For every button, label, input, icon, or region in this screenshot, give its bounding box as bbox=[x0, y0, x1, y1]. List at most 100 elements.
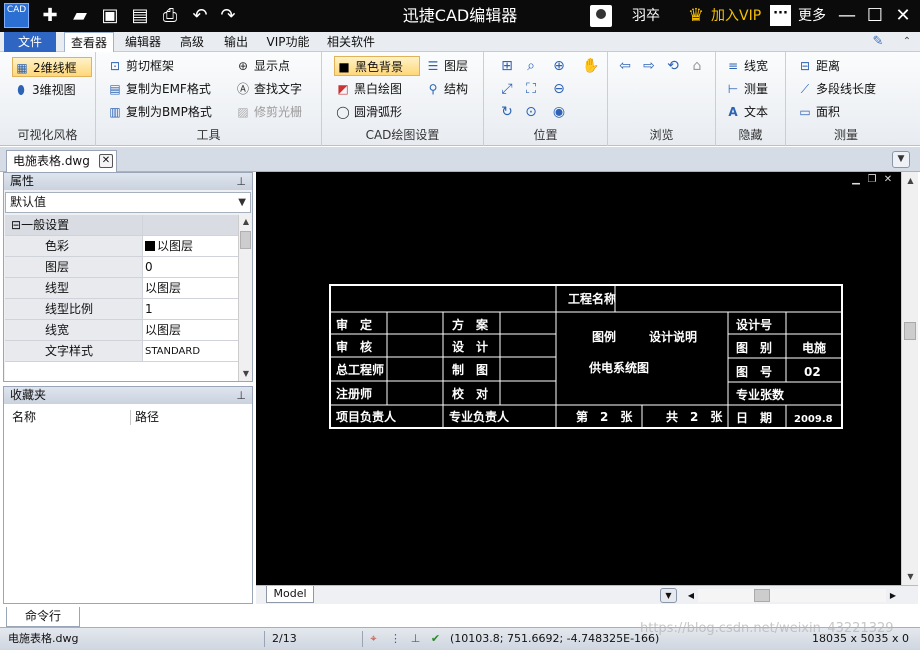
scroll-right-icon[interactable]: ▶ bbox=[886, 588, 900, 603]
column-header-path[interactable]: 路径 bbox=[135, 407, 159, 427]
tab-list-dropdown-icon[interactable]: ▼ bbox=[892, 151, 910, 168]
horizontal-scroll-thumb[interactable] bbox=[754, 589, 770, 602]
new-file-icon[interactable]: ✚ bbox=[38, 4, 62, 28]
line-width-button[interactable]: ≡ 线宽 bbox=[724, 56, 768, 76]
properties-scrollbar[interactable]: ▲ ▼ bbox=[238, 215, 252, 381]
scroll-up-icon[interactable]: ▲ bbox=[239, 215, 253, 229]
wireframe-2d-button[interactable]: ▦ 2维线框 bbox=[12, 57, 92, 77]
check-icon[interactable]: ✔ bbox=[429, 632, 442, 645]
more-icon[interactable]: ··· bbox=[770, 5, 791, 26]
property-row[interactable]: 线宽 以图层 bbox=[5, 320, 238, 341]
tab-vip[interactable]: VIP功能 bbox=[262, 32, 314, 52]
structure-button[interactable]: ⚲ 结构 bbox=[424, 79, 468, 99]
smooth-arc-button[interactable]: ◯ 圆滑弧形 bbox=[334, 102, 402, 122]
tab-model[interactable]: Model bbox=[266, 586, 314, 603]
layers-button[interactable]: ☰ 图层 bbox=[424, 56, 468, 76]
property-value[interactable]: 以图层 bbox=[143, 236, 238, 256]
scroll-down-icon[interactable]: ▼ bbox=[239, 367, 253, 381]
scroll-up-icon[interactable]: ▲ bbox=[902, 172, 919, 189]
user-avatar-icon[interactable] bbox=[590, 5, 612, 27]
distance-button[interactable]: ⊟ 距离 bbox=[796, 56, 840, 76]
join-vip-link[interactable]: 加入VIP bbox=[711, 0, 761, 32]
zoom-real-icon[interactable]: ⊙ bbox=[522, 103, 540, 121]
trim-raster-button[interactable]: ▨ 修剪光栅 bbox=[234, 102, 302, 122]
maximize-icon[interactable]: ☐ bbox=[862, 4, 888, 28]
zoom-extents-icon[interactable]: ⤢ bbox=[498, 80, 516, 98]
column-divider[interactable] bbox=[130, 410, 131, 425]
rotate-3d-icon[interactable]: ↻ bbox=[498, 103, 516, 121]
tab-viewer[interactable]: 查看器 bbox=[64, 32, 114, 53]
property-value[interactable]: STANDARD bbox=[143, 341, 238, 361]
property-row[interactable]: 线型比例 1 bbox=[5, 299, 238, 320]
redo-icon[interactable]: ↷ bbox=[216, 4, 240, 28]
zoom-out-icon[interactable]: ⊖ bbox=[550, 80, 568, 98]
app-logo-icon[interactable]: CAD bbox=[4, 3, 29, 28]
undo-icon[interactable]: ↶ bbox=[188, 4, 212, 28]
zoom-search-icon[interactable]: ⌕ bbox=[522, 57, 540, 75]
properties-preset-select[interactable]: 默认值 ▼ bbox=[5, 192, 251, 213]
property-row[interactable]: 文字样式 STANDARD bbox=[5, 341, 238, 362]
refresh-icon[interactable]: ⟲ bbox=[664, 57, 682, 75]
back-arrow-icon[interactable]: ⇦ bbox=[616, 57, 634, 75]
hide-measure-button[interactable]: ⊢ 测量 bbox=[724, 79, 768, 99]
open-folder-icon[interactable]: ▰ bbox=[68, 4, 92, 28]
view-3d-button[interactable]: ⬮ 3维视图 bbox=[12, 80, 92, 100]
zoom-fit-icon[interactable]: ⛶ bbox=[522, 80, 540, 98]
print-icon[interactable]: ⎙ bbox=[158, 4, 182, 28]
drawing-canvas[interactable]: ▁ ❐ ✕ 工程名称 审 定 方 案 审 核 设 计 总工程师 制 图 注册师 … bbox=[256, 172, 901, 585]
copy-emf-button[interactable]: ▤ 复制为EMF格式 bbox=[106, 79, 211, 99]
property-value[interactable]: 0 bbox=[143, 257, 238, 277]
property-row[interactable]: 色彩 以图层 bbox=[5, 236, 238, 257]
document-tab[interactable]: 电施表格.dwg ✕ bbox=[6, 150, 117, 172]
skin-icon[interactable]: ✎ bbox=[869, 33, 887, 51]
save-icon[interactable]: ▣ bbox=[98, 4, 122, 28]
pin-icon[interactable]: ⊥ bbox=[236, 387, 246, 404]
tab-output[interactable]: 输出 bbox=[216, 32, 256, 52]
bw-drawing-button[interactable]: ◩ 黑白绘图 bbox=[334, 79, 402, 99]
canvas-vertical-scrollbar[interactable]: ▲ ▼ bbox=[901, 172, 918, 585]
minimize-icon[interactable]: — bbox=[834, 4, 860, 28]
pin-icon[interactable]: ⊥ bbox=[236, 173, 246, 190]
clip-frame-button[interactable]: ⊡ 剪切框架 bbox=[106, 56, 174, 76]
ribbon-collapse-icon[interactable]: ⌃ bbox=[898, 33, 916, 51]
tab-advanced[interactable]: 高级 bbox=[172, 32, 212, 52]
scroll-down-icon[interactable]: ▼ bbox=[902, 568, 919, 585]
close-tab-icon[interactable]: ✕ bbox=[99, 154, 113, 168]
forward-arrow-icon[interactable]: ⇨ bbox=[640, 57, 658, 75]
command-line-tab[interactable]: 命令行 bbox=[6, 607, 80, 627]
scroll-thumb[interactable] bbox=[904, 322, 916, 340]
tab-editor[interactable]: 编辑器 bbox=[118, 32, 168, 52]
grid-icon[interactable]: ⋮ bbox=[389, 632, 402, 645]
polyline-length-button[interactable]: ⟋ 多段线长度 bbox=[796, 79, 876, 99]
snap-icon[interactable]: ⌖ bbox=[367, 632, 380, 645]
ortho-icon[interactable]: ⊥ bbox=[409, 632, 422, 645]
tab-related-software[interactable]: 相关软件 bbox=[320, 32, 382, 52]
horizontal-scroll-track[interactable] bbox=[698, 589, 886, 602]
column-header-name[interactable]: 名称 bbox=[12, 407, 36, 427]
crown-icon[interactable]: ♛ bbox=[684, 5, 708, 27]
property-row[interactable]: 线型 以图层 bbox=[5, 278, 238, 299]
collapse-icon[interactable]: ⊟ bbox=[11, 218, 21, 232]
section-general[interactable]: ⊟一般设置 bbox=[5, 215, 238, 236]
area-button[interactable]: ▭ 面积 bbox=[796, 102, 840, 122]
user-name[interactable]: 羽卒 bbox=[632, 0, 660, 32]
pan-hand-icon[interactable]: ✋ bbox=[582, 57, 600, 75]
scroll-thumb[interactable] bbox=[240, 231, 251, 249]
hide-text-button[interactable]: A 文本 bbox=[724, 102, 768, 122]
property-value[interactable]: 以图层 bbox=[143, 320, 238, 340]
property-value[interactable]: 以图层 bbox=[143, 278, 238, 298]
copy-bmp-button[interactable]: ▥ 复制为BMP格式 bbox=[106, 102, 212, 122]
more-link[interactable]: 更多 bbox=[798, 0, 826, 32]
menu-file[interactable]: 文件 bbox=[4, 32, 56, 52]
zoom-window-icon[interactable]: ⊞ bbox=[498, 57, 516, 75]
scroll-left-icon[interactable]: ◀ bbox=[684, 588, 698, 603]
save-as-icon[interactable]: ▤ bbox=[128, 4, 152, 28]
layout-dropdown-icon[interactable]: ▼ bbox=[660, 588, 677, 603]
close-window-icon[interactable]: ✕ bbox=[890, 4, 916, 28]
property-value[interactable]: 1 bbox=[143, 299, 238, 319]
home-view-icon[interactable]: ⌂ bbox=[688, 57, 706, 75]
zoom-in-icon[interactable]: ⊕ bbox=[550, 57, 568, 75]
show-points-button[interactable]: ⊕ 显示点 bbox=[234, 56, 290, 76]
property-row[interactable]: 图层 0 bbox=[5, 257, 238, 278]
find-text-button[interactable]: Ⓐ 查找文字 bbox=[234, 79, 302, 99]
